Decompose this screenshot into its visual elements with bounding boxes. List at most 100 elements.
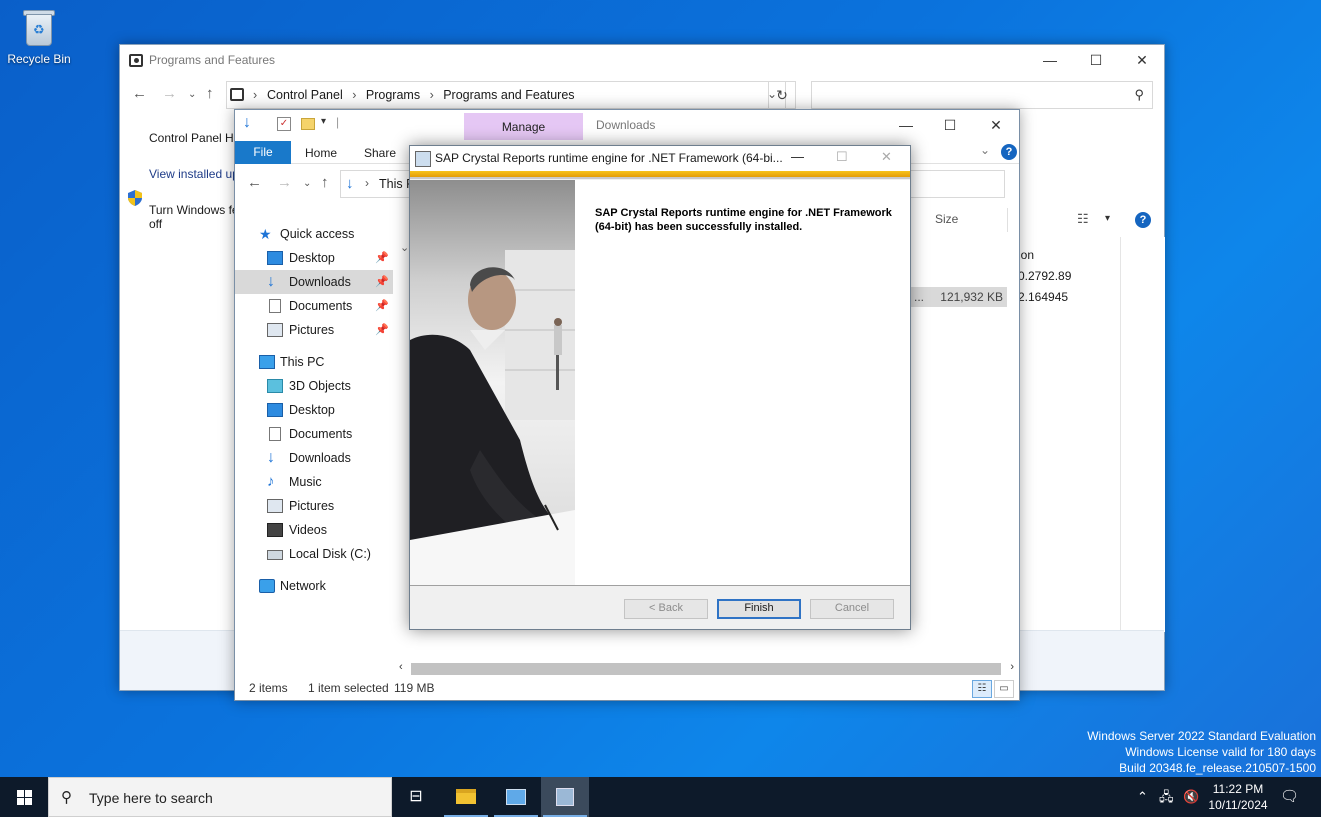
show-hidden-icons-chevron-icon[interactable]: ⌃ (1137, 777, 1148, 817)
control-panel-icon (129, 54, 143, 67)
size-column-header[interactable]: Size (935, 208, 1010, 232)
nav-pc-pictures[interactable]: Pictures (235, 494, 393, 518)
task-view-icon: ⊟ (409, 788, 423, 805)
turn-features-line1: Turn Windows fe (149, 203, 239, 217)
nav-label: Quick access (280, 227, 355, 241)
nav-label: Network (280, 579, 326, 593)
start-button[interactable] (0, 777, 48, 817)
system-clock[interactable]: 11:22 PM 10/11/2024 (1198, 781, 1278, 813)
expand-ribbon-chevron-icon[interactable]: ⌄ (980, 143, 990, 157)
volume-muted-icon[interactable]: 🔇 (1183, 777, 1199, 817)
pin-icon: 📌 (375, 324, 389, 336)
programs-titlebar[interactable]: Programs and Features — ☐ ✕ (120, 45, 1164, 75)
nav-label: Downloads (289, 275, 351, 289)
large-icons-view-button[interactable]: ▭ (994, 680, 1014, 698)
nav-pc-music[interactable]: ♪ Music (235, 470, 393, 494)
version-column-header[interactable]: ion (1018, 248, 1071, 269)
installer-titlebar[interactable]: SAP Crystal Reports runtime engine for .… (410, 146, 910, 171)
installer-dialog[interactable]: SAP Crystal Reports runtime engine for .… (409, 145, 911, 630)
customize-toolbar-chevron-icon[interactable]: ▾ (321, 116, 326, 127)
horizontal-scrollbar[interactable]: ‹ › (395, 660, 1018, 677)
forward-arrow-icon[interactable]: → (162, 85, 177, 102)
tab-file[interactable]: File (235, 141, 291, 164)
refresh-button[interactable]: ↻ (768, 81, 796, 109)
new-folder-icon[interactable] (301, 118, 315, 130)
nav-label: Videos (289, 523, 327, 537)
view-dropdown-chevron-icon[interactable]: ▾ (1105, 213, 1110, 224)
nav-qa-desktop[interactable]: Desktop 📌 (235, 246, 393, 270)
breadcrumb-control-panel[interactable]: Control Panel (267, 88, 343, 102)
nav-qa-documents[interactable]: Documents 📌 (235, 294, 393, 318)
recent-locations-chevron-icon[interactable]: ⌄ (188, 89, 196, 100)
pin-icon: 📌 (375, 276, 389, 288)
minimize-button[interactable]: — (883, 110, 929, 140)
finish-button[interactable]: Finish (717, 599, 801, 619)
nav-label: 3D Objects (289, 379, 351, 393)
control-panel-home-link[interactable]: Control Panel Ho (149, 131, 240, 145)
close-button[interactable]: ✕ (881, 149, 892, 165)
minimize-button[interactable]: — (1027, 45, 1073, 75)
search-input[interactable]: ⚲ (811, 81, 1153, 109)
close-button[interactable]: ✕ (973, 110, 1019, 140)
notifications-icon[interactable]: 🗨 (1280, 777, 1299, 817)
breadcrumb-programs-and-features[interactable]: Programs and Features (443, 88, 574, 102)
nav-quick-access[interactable]: ★ Quick access (235, 222, 393, 246)
scroll-left-arrow-icon[interactable]: ‹ (399, 661, 403, 673)
documents-icon (269, 427, 281, 441)
quick-access-star-icon: ★ (259, 226, 272, 242)
properties-icon[interactable]: ✓ (277, 117, 291, 131)
control-panel-icon (506, 789, 526, 805)
tab-home[interactable]: Home (305, 146, 337, 160)
scrollbar-thumb[interactable] (411, 663, 1001, 675)
turn-windows-features-link[interactable]: Turn Windows fe off (149, 203, 240, 231)
scroll-right-arrow-icon[interactable]: › (1010, 661, 1014, 673)
nav-pc-downloads[interactable]: ↓ Downloads (235, 446, 393, 470)
back-arrow-icon[interactable]: ← (247, 174, 262, 191)
installation-complete-message: SAP Crystal Reports runtime engine for .… (595, 207, 892, 233)
back-arrow-icon[interactable]: ← (132, 85, 147, 102)
installer-taskbar-button[interactable] (541, 777, 589, 817)
details-view-button[interactable]: ☷ (972, 680, 992, 698)
tab-manage[interactable]: Manage (464, 113, 583, 140)
network-icon[interactable]: 🖧 (1159, 777, 1174, 817)
nav-qa-pictures[interactable]: Pictures 📌 (235, 318, 393, 342)
nav-pc-local-disk[interactable]: Local Disk (C:) (235, 542, 393, 566)
forward-arrow-icon[interactable]: → (277, 174, 292, 191)
nav-pc-documents[interactable]: Documents (235, 422, 393, 446)
pin-icon: 📌 (375, 300, 389, 312)
nav-network[interactable]: Network (235, 574, 393, 598)
cancel-button[interactable]: Cancel (810, 599, 894, 619)
nav-pc-3d-objects[interactable]: 3D Objects (235, 374, 393, 398)
close-button[interactable]: ✕ (1119, 45, 1165, 75)
nav-qa-downloads[interactable]: ↓ Downloads 📌 (235, 270, 393, 294)
control-panel-taskbar-button[interactable] (492, 777, 540, 817)
pictures-icon (267, 499, 283, 513)
recent-locations-chevron-icon[interactable]: ⌄ (303, 178, 311, 189)
help-icon[interactable]: ? (1001, 144, 1017, 160)
recycle-bin-shortcut[interactable]: ♻ Recycle Bin (4, 8, 74, 66)
taskbar-search-box[interactable]: ⚲ Type here to search (48, 777, 392, 817)
help-icon[interactable]: ? (1135, 212, 1151, 228)
address-bar[interactable]: › Control Panel › Programs › Programs an… (226, 81, 786, 109)
view-installed-updates-link[interactable]: View installed up (149, 167, 240, 181)
tab-share[interactable]: Share (364, 146, 396, 160)
up-arrow-icon[interactable]: ↑ (321, 174, 329, 191)
minimize-button[interactable]: — (791, 149, 804, 164)
folder-icon (456, 789, 476, 804)
collapse-chevron-icon[interactable]: ⌄ (400, 241, 409, 254)
back-button[interactable]: < Back (624, 599, 708, 619)
task-view-button[interactable]: ⊟ (392, 777, 440, 817)
nav-this-pc[interactable]: This PC (235, 350, 393, 374)
nav-pc-desktop[interactable]: Desktop (235, 398, 393, 422)
pin-icon: 📌 (375, 252, 389, 264)
change-view-icon[interactable]: ☷ (1077, 211, 1089, 227)
up-arrow-icon[interactable]: ↑ (206, 85, 214, 102)
maximize-button[interactable]: ☐ (1073, 45, 1119, 75)
nav-pc-videos[interactable]: Videos (235, 518, 393, 542)
maximize-button[interactable]: ☐ (927, 110, 973, 140)
programs-list-scroll-area (1120, 237, 1165, 632)
file-explorer-taskbar-button[interactable] (442, 777, 490, 817)
breadcrumb-programs[interactable]: Programs (366, 88, 420, 102)
selected-file-row[interactable]: ... 121,932 KB (910, 287, 1007, 307)
maximize-button[interactable]: ☐ (836, 149, 848, 165)
